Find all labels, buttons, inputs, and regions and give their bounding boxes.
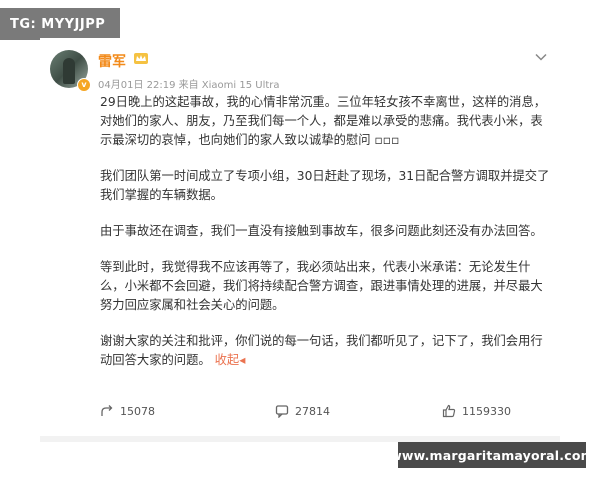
- comment-button[interactable]: 27814: [275, 404, 330, 418]
- like-button[interactable]: 1159330: [442, 404, 511, 418]
- chevron-down-icon[interactable]: [534, 50, 548, 64]
- action-bar: 15078 27814 1159330: [40, 404, 560, 430]
- site-watermark: www.margaritamayoral.com: [390, 442, 594, 468]
- author-name[interactable]: 雷军: [98, 51, 126, 71]
- post-content: 29日晚上的这起事故，我的心情非常沉重。三位年轻女孩不幸离世，这样的消息，对她们…: [100, 93, 550, 387]
- paragraph: 等到此时，我觉得我不应该再等了，我必须站出来，代表小米承诺：无论发生什么，小米都…: [100, 260, 543, 312]
- paragraph: 由于事故还在调查，我们一直没有接触到事故车，很多问题此刻还没有办法回答。: [100, 224, 543, 238]
- collapse-link[interactable]: 收起: [215, 353, 240, 367]
- collapse-arrow-icon[interactable]: ◂: [239, 353, 245, 367]
- repost-icon: [101, 405, 113, 416]
- paragraph-text: 谢谢大家的关注和批评，你们说的每一句话，我们都听见了，记下了，我们会用行动回答大…: [100, 334, 543, 367]
- post-meta: 04月01日 22:19 来自 Xiaomi 15 Ultra: [98, 80, 280, 91]
- comment-count: 27814: [295, 404, 330, 418]
- crown-icon: [134, 53, 148, 64]
- paragraph: 29日晚上的这起事故，我的心情非常沉重。三位年轻女孩不幸离世，这样的消息，对她们…: [100, 95, 547, 147]
- like-icon: [442, 404, 456, 418]
- like-count: 1159330: [462, 404, 511, 418]
- paragraph: 谢谢大家的关注和批评，你们说的每一句话，我们都听见了，记下了，我们会用行动回答大…: [100, 332, 550, 370]
- paragraph: 我们团队第一时间成立了专项小组，30日赶赴了现场，31日配合警方调取并提交了我们…: [100, 169, 550, 202]
- comment-icon: [275, 405, 289, 418]
- repost-button[interactable]: 15078: [100, 404, 155, 418]
- verified-badge: v: [77, 78, 91, 92]
- tg-watermark-label: TG: MYYJJPP: [0, 8, 120, 40]
- repost-count: 15078: [120, 404, 155, 418]
